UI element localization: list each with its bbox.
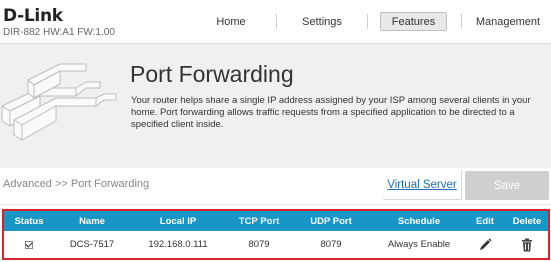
nav-features[interactable]: Features <box>380 12 447 31</box>
rule-local-ip: 192.168.0.111 <box>148 239 208 250</box>
header-udp-port: UDP Port <box>310 215 352 227</box>
nav-divider <box>367 14 368 29</box>
pencil-icon <box>479 238 492 250</box>
nav-home[interactable]: Home <box>200 12 262 31</box>
header-schedule: Schedule <box>397 215 441 227</box>
nav-management[interactable]: Management <box>474 12 542 31</box>
header-local-ip: Local IP <box>159 215 197 227</box>
header-tcp-port: TCP Port <box>238 215 280 227</box>
table-row: DCS-7517 192.168.0.111 8079 8079 Always … <box>4 231 548 258</box>
rule-udp-port: 8079 <box>320 239 342 250</box>
port-forwarding-illustration-icon <box>1 63 117 141</box>
breadcrumb: Advanced >> Port Forwarding <box>3 178 150 190</box>
page-description: Your router helps share a single IP addr… <box>131 95 531 130</box>
dlink-logo: D-Link <box>3 6 63 26</box>
nav-divider <box>461 14 462 29</box>
save-button[interactable]: Save <box>465 171 549 200</box>
rule-name: DCS-7517 <box>69 239 115 250</box>
page-title: Port Forwarding <box>130 61 294 87</box>
header-name: Name <box>79 215 105 227</box>
nav-divider <box>276 14 277 29</box>
header-status: Status <box>14 215 44 227</box>
status-checkbox[interactable] <box>25 240 33 249</box>
port-forwarding-table: Status Name Local IP TCP Port UDP Port S… <box>2 209 550 260</box>
top-header: D-Link DIR-882 HW:A1 FW:1.00 Home Settin… <box>0 0 551 43</box>
virtual-server-link[interactable]: Virtual Server <box>383 170 462 200</box>
nav-settings[interactable]: Settings <box>290 12 354 31</box>
rule-tcp-port: 8079 <box>248 239 270 250</box>
rule-schedule: Always Enable <box>387 239 451 250</box>
status-cell <box>8 231 50 258</box>
header-delete: Delete <box>512 215 542 227</box>
header-edit: Edit <box>476 215 494 227</box>
table-header: Status Name Local IP TCP Port UDP Port S… <box>4 211 548 231</box>
model-info: DIR-882 HW:A1 FW:1.00 <box>3 27 115 38</box>
trash-icon <box>522 238 532 251</box>
delete-button[interactable] <box>507 231 547 258</box>
edit-button[interactable] <box>470 231 500 258</box>
